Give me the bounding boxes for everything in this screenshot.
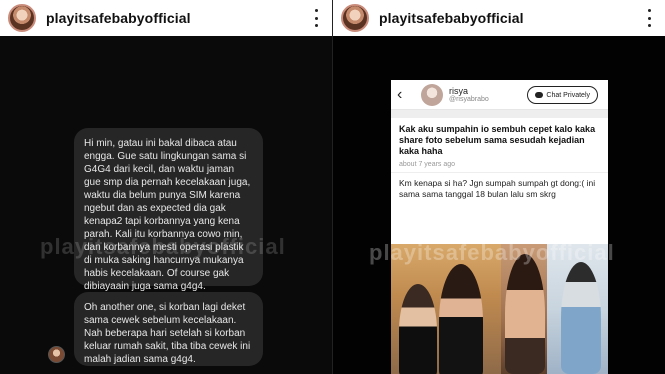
post-header: ‹ risya @risyabrabo Chat Privately (391, 80, 608, 110)
chat-privately-button[interactable]: Chat Privately (527, 86, 598, 104)
poster-name: risya (449, 86, 469, 96)
profile-avatar[interactable] (8, 4, 36, 32)
photo-couple (391, 244, 501, 374)
poster-handle: @risyabrabo (449, 96, 489, 103)
left-header: playitsafebabyofficial (0, 0, 332, 36)
right-post-panel: playitsafebabyofficial ‹ risya @risyabra… (332, 0, 665, 374)
right-header: playitsafebabyofficial (333, 0, 665, 36)
question-text: Kak aku sumpahin io sembuh cepet kalo ka… (399, 124, 596, 156)
askfm-post-screenshot: ‹ risya @risyabrabo Chat Privately Kak a… (391, 80, 608, 374)
screenshot-collage: playitsafebabyofficial Hi min, gatau ini… (0, 0, 665, 374)
back-arrow-icon[interactable]: ‹ (397, 86, 413, 104)
profile-username[interactable]: playitsafebabyofficial (46, 10, 191, 26)
poster-info: risya @risyabrabo (449, 86, 489, 103)
profile-username[interactable]: playitsafebabyofficial (379, 10, 524, 26)
chat-privately-label: Chat Privately (546, 91, 590, 99)
divider (391, 110, 608, 118)
message-bubble: Oh another one, si korban lagi deket sam… (74, 292, 263, 366)
answer-text: Km kenapa si ha? Jgn sumpah sumpah gt do… (391, 172, 608, 206)
message-bubble: Hi min, gatau ini bakal dibaca atau engg… (74, 128, 263, 292)
sender-avatar (48, 346, 65, 363)
more-options-icon[interactable] (312, 9, 320, 27)
more-options-icon[interactable] (645, 9, 653, 27)
profile-avatar[interactable] (341, 4, 369, 32)
post-timestamp: about 7 years ago (399, 161, 456, 168)
photo-girl (501, 244, 547, 374)
left-dm-panel: playitsafebabyofficial Hi min, gatau ini… (0, 0, 332, 374)
photo-collage (391, 244, 608, 374)
poster-avatar[interactable] (421, 83, 443, 106)
photo-hospital (547, 244, 608, 374)
chat-bubble-icon (535, 92, 544, 98)
